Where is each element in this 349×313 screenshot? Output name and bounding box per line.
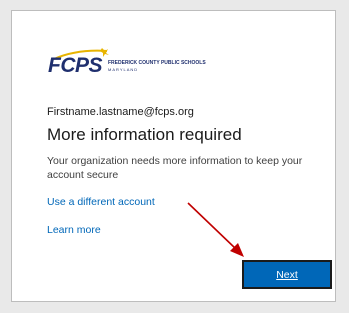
logo-school-name: FREDERICK COUNTY PUBLIC SCHOOLS	[108, 60, 206, 66]
use-different-account-link[interactable]: Use a different account	[47, 196, 155, 208]
logo-state: MARYLAND	[108, 67, 139, 72]
sign-in-card: FCPS FREDERICK COUNTY PUBLIC SCHOOLS MAR…	[11, 10, 336, 302]
learn-more-link[interactable]: Learn more	[47, 224, 101, 236]
page-title: More information required	[47, 125, 242, 144]
fcps-logo: FCPS FREDERICK COUNTY PUBLIC SCHOOLS MAR…	[48, 48, 248, 82]
next-button[interactable]: Next	[242, 260, 332, 289]
account-email: Firstname.lastname@fcps.org	[47, 106, 194, 118]
description-text: Your organization needs more information…	[47, 155, 303, 181]
logo-abbreviation: FCPS	[48, 54, 103, 77]
